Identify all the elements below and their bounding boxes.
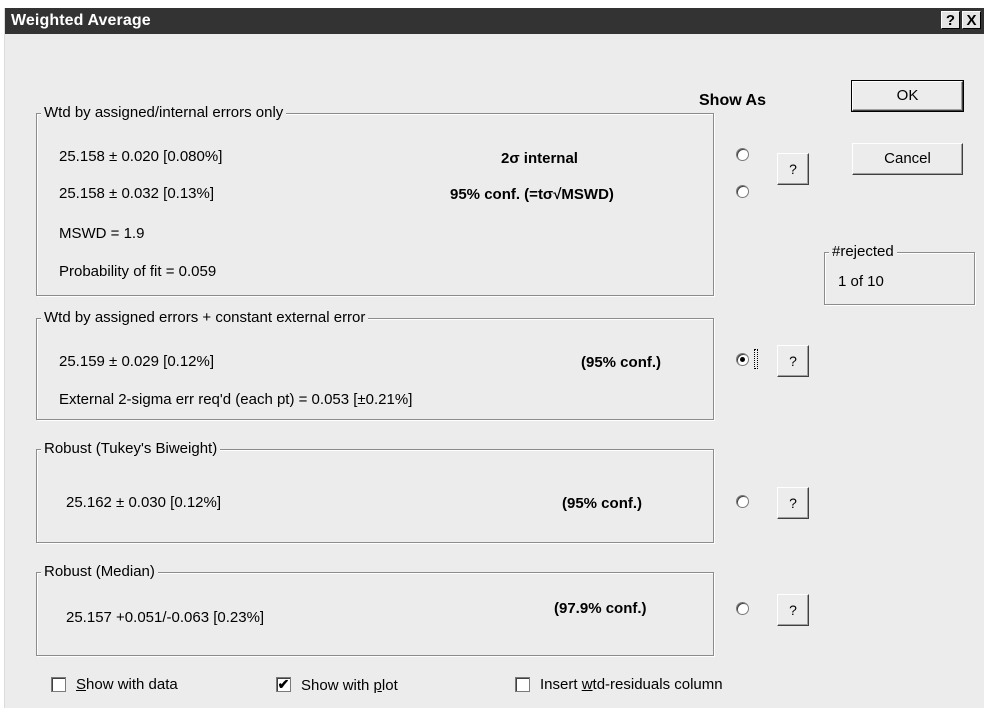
rejected-group: #rejected 1 of 10 xyxy=(824,243,975,305)
label-part: Show with xyxy=(301,677,374,694)
external-error-group: Wtd by assigned errors + constant extern… xyxy=(36,309,714,420)
external-err-required: External 2-sigma err req'd (each pt) = 0… xyxy=(59,391,413,408)
internal-2sigma-value: 25.158 ± 0.020 [0.080%] xyxy=(59,148,223,165)
external-value: 25.159 ± 0.029 [0.12%] xyxy=(59,353,215,370)
help-external-button[interactable]: ? xyxy=(777,345,809,377)
label-part: td-residuals column xyxy=(592,676,723,693)
label-mnemonic: S xyxy=(76,676,87,693)
show-with-data-checkbox[interactable] xyxy=(51,677,66,692)
label-mnemonic: p xyxy=(373,677,382,694)
internal-95conf-value: 25.158 ± 0.032 [0.13%] xyxy=(59,185,215,202)
median-conf-label: (97.9% conf.) xyxy=(554,600,647,617)
show-with-data-label[interactable]: Show with data xyxy=(76,676,178,693)
radio-external[interactable] xyxy=(736,353,749,366)
label-part: lot xyxy=(381,677,398,694)
mswd-value: MSWD = 1.9 xyxy=(59,225,145,242)
internal-2sigma-label: 2σ internal xyxy=(501,150,578,167)
median-legend: Robust (Median) xyxy=(41,563,158,580)
external-error-legend: Wtd by assigned errors + constant extern… xyxy=(41,309,369,326)
internal-95conf-label: 95% conf. (=tσ√MSWD) xyxy=(450,186,614,203)
radio-internal-95conf[interactable] xyxy=(736,185,749,198)
label-part: how with data xyxy=(86,676,178,693)
title-bar: Weighted Average ? X xyxy=(5,8,984,34)
close-title-button[interactable]: X xyxy=(962,11,981,29)
tukey-conf-label: (95% conf.) xyxy=(562,495,643,512)
internal-errors-legend: Wtd by assigned/internal errors only xyxy=(41,104,287,121)
rejected-count: 1 of 10 xyxy=(838,273,884,290)
tukey-value: 25.162 ± 0.030 [0.12%] xyxy=(66,494,222,511)
tukey-group: Robust (Tukey's Biweight) 25.162 ± 0.030… xyxy=(36,440,714,543)
median-group: Robust (Median) 25.157 +0.051/-0.063 [0.… xyxy=(36,563,714,656)
rejected-legend: #rejected xyxy=(829,243,897,260)
show-as-label: Show As xyxy=(699,92,766,109)
radio-median[interactable] xyxy=(736,602,749,615)
label-part: Insert xyxy=(540,676,582,693)
cancel-button[interactable]: Cancel xyxy=(852,143,963,175)
checkmark-icon: ✔ xyxy=(277,676,290,692)
help-median-button[interactable]: ? xyxy=(777,594,809,626)
tukey-legend: Robust (Tukey's Biweight) xyxy=(41,440,221,457)
probability-of-fit: Probability of fit = 0.059 xyxy=(59,263,217,280)
window-title: Weighted Average xyxy=(11,12,151,29)
radio-tukey[interactable] xyxy=(736,495,749,508)
label-mnemonic: w xyxy=(581,676,593,693)
median-value: 25.157 +0.051/-0.063 [0.23%] xyxy=(66,609,265,626)
insert-wtd-residuals-label[interactable]: Insert wtd-residuals column xyxy=(540,676,723,693)
radio-focus-indicator xyxy=(754,349,758,369)
insert-wtd-residuals-checkbox[interactable] xyxy=(515,677,530,692)
internal-errors-group: Wtd by assigned/internal errors only 25.… xyxy=(36,104,714,296)
show-with-plot-checkbox[interactable]: ✔ xyxy=(276,677,291,692)
help-tukey-button[interactable]: ? xyxy=(777,487,809,519)
help-title-button[interactable]: ? xyxy=(941,11,960,29)
external-conf-label: (95% conf.) xyxy=(581,354,662,371)
help-internal-button[interactable]: ? xyxy=(777,153,809,185)
show-with-plot-label[interactable]: Show with plot xyxy=(301,677,398,694)
ok-button[interactable]: OK xyxy=(851,80,964,112)
weighted-average-dialog: Weighted Average ? X Show As OK Cancel #… xyxy=(4,8,984,708)
radio-internal-2sigma[interactable] xyxy=(736,148,749,161)
